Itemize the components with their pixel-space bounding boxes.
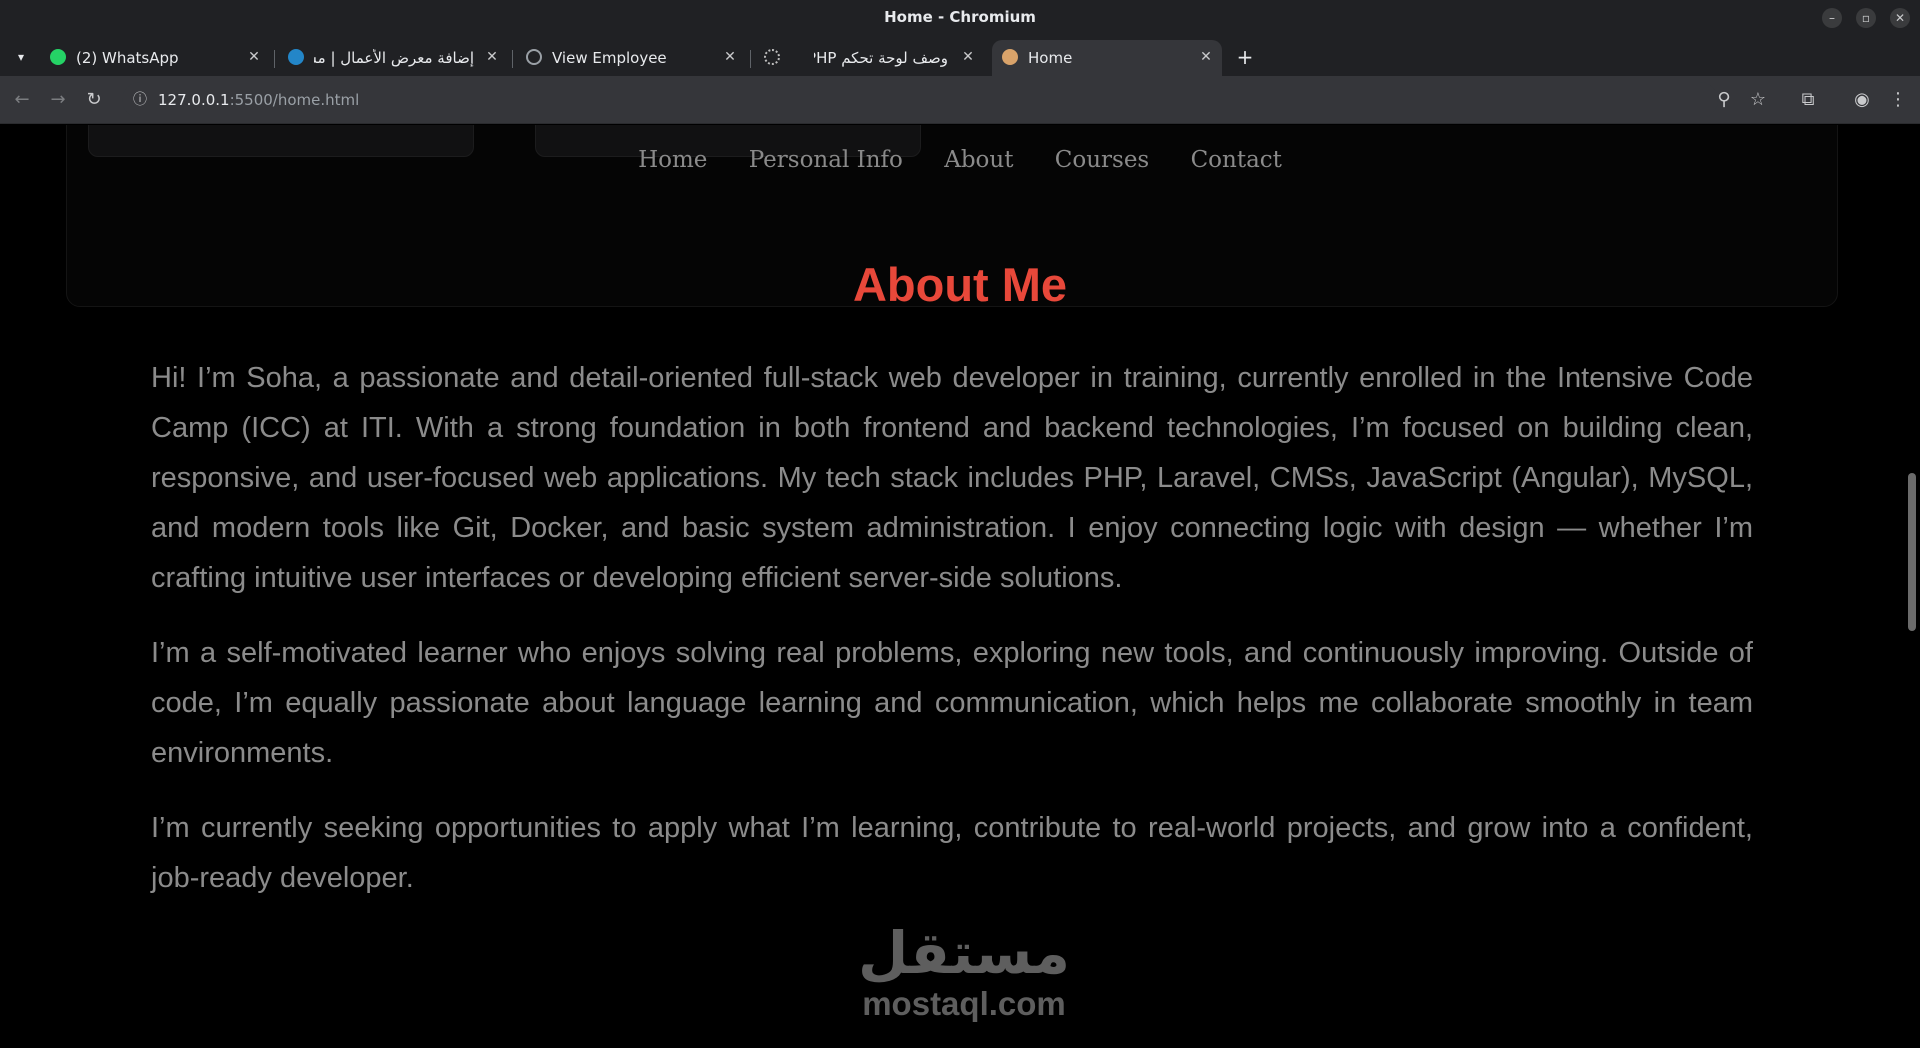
tab-label: وصف لوحة تحكم PHP	[814, 49, 948, 67]
about-body: Hi! I’m Soha, a passionate and detail-or…	[151, 353, 1753, 928]
nav-link-home[interactable]: Home	[638, 147, 707, 173]
zoom-icon[interactable]: ⚲	[1712, 88, 1736, 112]
window-title: Home - Chromium	[884, 8, 1036, 26]
tab-whatsapp[interactable]: (2) WhatsApp ✕	[40, 40, 268, 76]
browser-toolbar: ← → ↻ ⓘ 127.0.0.1:5500/home.html ⚲ ☆ ⧉ ◉…	[0, 76, 1920, 124]
scrollbar-thumb[interactable]	[1908, 473, 1916, 631]
tab-search-chevron-icon[interactable]: ▾	[10, 46, 32, 68]
about-paragraph: I’m currently seeking opportunities to a…	[151, 812, 1753, 894]
nav-link-personal-info[interactable]: Personal Info	[749, 147, 903, 173]
close-icon[interactable]: ✕	[720, 47, 740, 67]
nav-link-contact[interactable]: Contact	[1191, 147, 1282, 173]
about-paragraph: I’m a self-motivated learner who enjoys …	[151, 637, 1753, 769]
watermark-latin: mostaql.com	[862, 985, 1066, 1022]
nav-link-courses[interactable]: Courses	[1055, 147, 1149, 173]
forward-icon[interactable]: →	[46, 88, 70, 112]
tab-label: View Employee	[552, 49, 667, 67]
close-icon[interactable]: ✕	[244, 47, 264, 67]
globe-icon	[526, 49, 542, 65]
url-host: 127.0.0.1	[158, 91, 230, 109]
close-window-button[interactable]: ✕	[1890, 8, 1910, 28]
tab-label: Home	[1028, 49, 1073, 67]
tab-separator	[512, 50, 513, 68]
tab-mostaql[interactable]: إضافة معرض الأعمال | مس... ✕	[278, 40, 506, 76]
extensions-icon[interactable]: ⧉	[1796, 88, 1820, 112]
profile-icon[interactable]: ◉	[1850, 88, 1874, 112]
back-icon[interactable]: ←	[10, 88, 34, 112]
close-icon[interactable]: ✕	[482, 47, 502, 67]
mostaql-icon	[288, 49, 304, 65]
watermark-arabic: مستقل	[857, 919, 1071, 987]
bookmark-star-icon[interactable]: ☆	[1746, 88, 1770, 112]
address-bar[interactable]: ⓘ 127.0.0.1:5500/home.html	[122, 82, 1718, 118]
vscode-live-icon	[1002, 49, 1018, 65]
close-icon[interactable]: ✕	[1196, 47, 1216, 67]
tab-separator	[274, 50, 275, 68]
minimize-button[interactable]: –	[1822, 8, 1842, 28]
window-titlebar: Home - Chromium – ▫ ✕	[0, 0, 1920, 36]
mostaql-watermark: مستقل mostaql.com	[843, 920, 1085, 1032]
reload-icon[interactable]: ↻	[82, 88, 106, 112]
url-text[interactable]: 127.0.0.1:5500/home.html	[158, 91, 359, 109]
maximize-button[interactable]: ▫	[1856, 8, 1876, 28]
page-scrollbar[interactable]	[1904, 125, 1920, 1048]
about-paragraph: Hi! I’m Soha, a passionate and detail-or…	[151, 362, 1753, 594]
page-viewport: Home Personal Info About Courses Contact…	[0, 125, 1920, 1048]
whatsapp-icon	[50, 49, 66, 65]
nav-link-about[interactable]: About	[944, 147, 1013, 173]
menu-kebab-icon[interactable]: ⋮	[1886, 88, 1910, 112]
tab-php-dashboard[interactable]: وصف لوحة تحكم PHP ✕	[754, 40, 982, 76]
new-tab-button[interactable]: +	[1234, 46, 1256, 68]
tab-view-employee[interactable]: View Employee ✕	[516, 40, 744, 76]
url-path: :5500/home.html	[229, 91, 360, 109]
site-info-icon[interactable]: ⓘ	[130, 90, 150, 110]
close-icon[interactable]: ✕	[958, 47, 978, 67]
tab-separator	[750, 50, 751, 68]
tab-strip: ▾ (2) WhatsApp ✕ إضافة معرض الأعمال | مس…	[0, 36, 1920, 76]
main-nav: Home Personal Info About Courses Contact	[0, 147, 1920, 173]
chatgpt-icon	[764, 49, 780, 65]
about-title: About Me	[852, 258, 1068, 311]
tab-label: إضافة معرض الأعمال | مس...	[314, 49, 474, 67]
tab-home[interactable]: Home ✕	[992, 40, 1222, 76]
tab-label: (2) WhatsApp	[76, 49, 179, 67]
